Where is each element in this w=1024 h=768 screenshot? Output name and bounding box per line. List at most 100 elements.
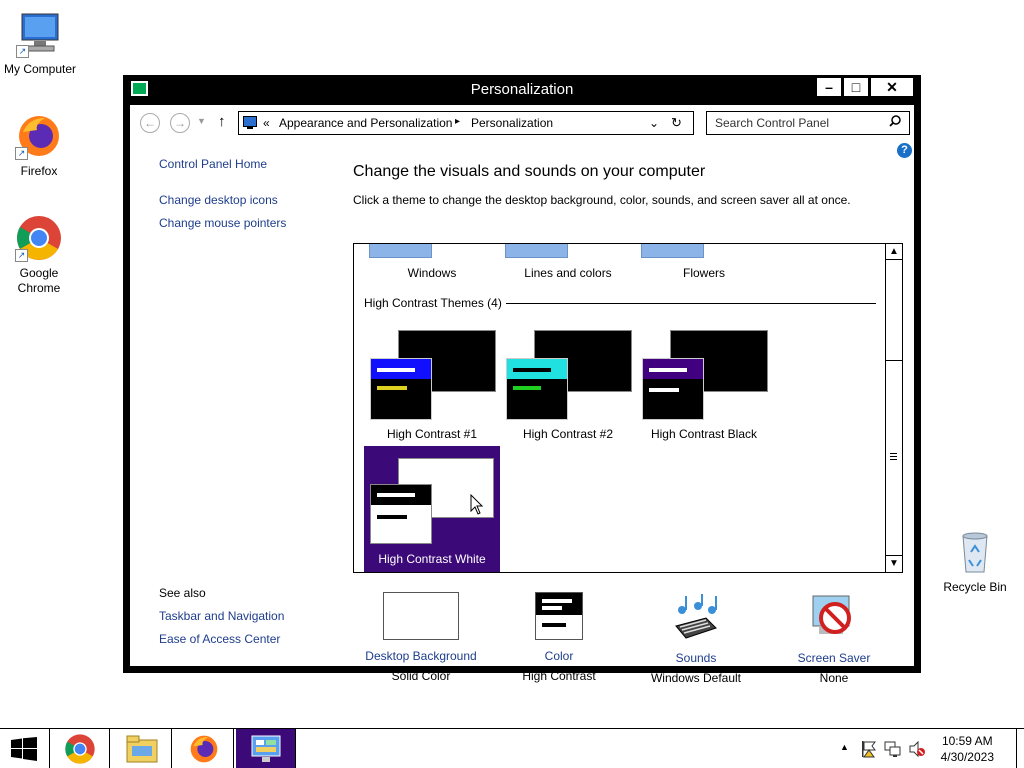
clock-time: 10:59 AM — [941, 734, 993, 748]
change-mouse-pointers-link[interactable]: Change mouse pointers — [159, 216, 286, 230]
minimize-button[interactable]: – — [816, 77, 842, 97]
address-overflow-chevrons[interactable]: « — [263, 116, 270, 130]
show-hidden-icons-button[interactable]: ▲ — [840, 742, 849, 752]
theme-list-scrollbar[interactable]: ▲ ▼ — [885, 244, 902, 572]
high-contrast-group-label: High Contrast Themes (4) — [364, 296, 502, 310]
up-button[interactable]: ↑ — [218, 113, 226, 130]
sounds-icon — [670, 592, 722, 642]
file-explorer-icon — [126, 735, 158, 763]
color-value: High Contrast — [522, 669, 596, 683]
address-bar[interactable]: « Appearance and Personalization ▸ Perso… — [238, 111, 694, 135]
window-client-area: ← → ▼ ↑ « Appearance and Personalization… — [130, 105, 914, 685]
taskbar: ▲ 10:59 AM 4/30/2023 — [0, 728, 1024, 768]
desktop-background-link[interactable]: Desktop Background — [351, 646, 491, 666]
shortcut-arrow-icon: ↗ — [15, 249, 28, 262]
clock-date: 4/30/2023 — [940, 750, 994, 764]
close-button[interactable]: ✕ — [870, 77, 914, 97]
scroll-up-button[interactable]: ▲ — [886, 244, 902, 260]
theme-list[interactable]: Windows Lines and colors Flowers High Co… — [353, 243, 903, 573]
sounds-value: Windows Default — [650, 671, 742, 685]
theme-high-contrast-2[interactable] — [506, 330, 642, 422]
theme-thumbnail-windows[interactable] — [369, 244, 432, 258]
taskbar-file-explorer-button[interactable] — [112, 729, 172, 768]
theme-label-lines-and-colors[interactable]: Lines and colors — [500, 266, 636, 280]
desktop-icon-label: Recycle Bin — [943, 580, 1007, 594]
screen-saver-value: None — [819, 671, 849, 685]
desktop-background-value: Solid Color — [391, 669, 451, 683]
control-panel-icon — [243, 116, 257, 129]
theme-high-contrast-white[interactable]: High Contrast White — [364, 446, 500, 572]
desktop-background-item[interactable]: Desktop Background Solid Color — [351, 592, 491, 686]
sounds-link[interactable]: Sounds — [626, 648, 766, 668]
breadcrumb-personalization[interactable]: Personalization — [471, 116, 553, 130]
search-icon[interactable] — [889, 115, 901, 130]
title-bar[interactable]: Personalization – □ ✕ — [123, 75, 921, 105]
chrome-icon: ↗ — [15, 214, 63, 262]
help-icon[interactable]: ? — [897, 143, 912, 158]
action-center-flag-icon[interactable] — [860, 740, 878, 758]
network-icon[interactable] — [884, 740, 902, 758]
change-desktop-icons-link[interactable]: Change desktop icons — [159, 193, 278, 207]
start-button[interactable] — [0, 729, 50, 768]
see-also-heading: See also — [159, 586, 206, 600]
theme-label-high-contrast-black[interactable]: High Contrast Black — [636, 427, 772, 441]
desktop-icon-firefox[interactable]: ↗ Firefox — [0, 112, 79, 179]
screen-saver-link[interactable]: Screen Saver — [764, 648, 904, 668]
personalization-window: Personalization – □ ✕ ← → ▼ ↑ « Appearan… — [123, 75, 921, 685]
theme-label-high-contrast-1[interactable]: High Contrast #1 — [364, 427, 500, 441]
taskbar-control-panel-button[interactable] — [236, 729, 296, 768]
breadcrumb-separator[interactable]: ▸ — [455, 116, 460, 127]
theme-thumbnail-lines-and-colors[interactable] — [505, 244, 568, 258]
theme-label-flowers[interactable]: Flowers — [636, 266, 772, 280]
search-input[interactable] — [715, 113, 885, 133]
desktop-icon-recycle-bin[interactable]: Recycle Bin — [935, 528, 1015, 595]
screen-saver-item[interactable]: Screen Saver None — [764, 592, 904, 688]
page-subtitle: Click a theme to change the desktop back… — [353, 193, 851, 207]
desktop-icon-google-chrome[interactable]: ↗ Google Chrome — [0, 214, 79, 296]
chrome-icon — [65, 734, 95, 764]
maximize-button[interactable]: □ — [843, 77, 869, 97]
screen-saver-icon — [809, 592, 859, 642]
search-box[interactable] — [706, 111, 910, 135]
sounds-item[interactable]: Sounds Windows Default — [626, 592, 766, 688]
firefox-icon — [190, 735, 218, 763]
color-link[interactable]: Color — [489, 646, 629, 666]
theme-label-high-contrast-white[interactable]: High Contrast White — [364, 552, 500, 566]
taskbar-firefox-button[interactable] — [174, 729, 234, 768]
taskbar-and-navigation-link[interactable]: Taskbar and Navigation — [159, 609, 284, 623]
shortcut-arrow-icon: ↗ — [16, 45, 29, 58]
address-dropdown-icon[interactable]: ⌄ — [649, 116, 659, 130]
color-item[interactable]: Color High Contrast — [489, 592, 629, 686]
show-desktop-button[interactable] — [1016, 729, 1024, 768]
desktop-icon-my-computer[interactable]: ↗ My Computer — [0, 10, 80, 77]
computer-icon: ↗ — [16, 10, 64, 58]
window-title: Personalization — [470, 81, 574, 98]
desktop-icon-label: Google Chrome — [17, 266, 61, 295]
theme-high-contrast-1[interactable] — [370, 330, 506, 422]
refresh-icon[interactable]: ↻ — [671, 115, 682, 131]
control-panel-home-link[interactable]: Control Panel Home — [159, 157, 267, 171]
shortcut-arrow-icon: ↗ — [15, 147, 28, 160]
group-divider — [506, 303, 876, 304]
theme-thumbnail-flowers[interactable] — [641, 244, 704, 258]
volume-muted-icon[interactable] — [908, 740, 926, 758]
theme-label-high-contrast-2[interactable]: High Contrast #2 — [500, 427, 636, 441]
desktop-icon-label: My Computer — [3, 62, 77, 76]
forward-button[interactable]: → — [170, 113, 190, 133]
ease-of-access-center-link[interactable]: Ease of Access Center — [159, 632, 280, 646]
recent-locations-dropdown[interactable]: ▼ — [197, 116, 206, 126]
solid-color-swatch-icon — [383, 592, 459, 640]
page-title: Change the visuals and sounds on your co… — [353, 163, 706, 180]
theme-high-contrast-black[interactable] — [642, 330, 778, 422]
breadcrumb-appearance-and-personalization[interactable]: Appearance and Personalization — [279, 116, 452, 130]
taskbar-clock[interactable]: 10:59 AM 4/30/2023 — [941, 733, 994, 765]
theme-label-windows[interactable]: Windows — [364, 266, 500, 280]
scroll-down-button[interactable]: ▼ — [886, 555, 902, 571]
mouse-cursor-icon — [470, 494, 484, 515]
desktop-icon-label: Firefox — [20, 164, 58, 178]
firefox-icon: ↗ — [15, 112, 63, 160]
taskbar-chrome-button[interactable] — [50, 729, 110, 768]
windows-logo-icon — [11, 737, 37, 761]
back-button[interactable]: ← — [140, 113, 160, 133]
scrollbar-thumb[interactable] — [886, 360, 902, 554]
